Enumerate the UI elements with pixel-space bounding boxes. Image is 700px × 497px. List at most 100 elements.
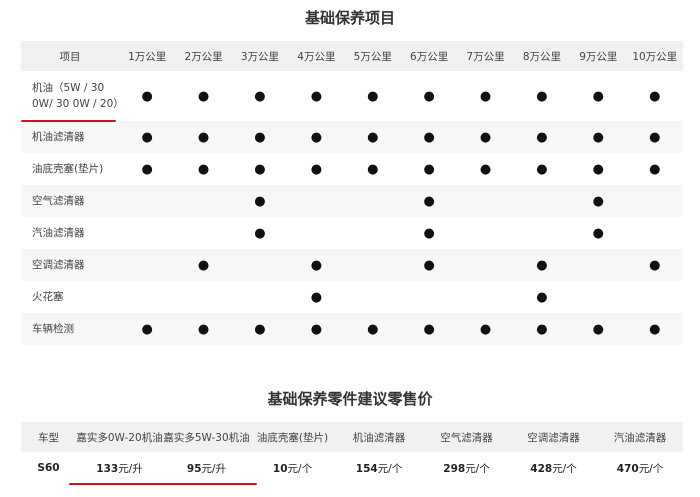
schedule-item-name: 机油滤清器 <box>21 121 119 153</box>
schedule-cell: ● <box>344 121 401 153</box>
prices-row: S60 133元/升 95元/升 10元/个 154元/个 298元/个 428… <box>21 452 683 484</box>
maintenance-dot-icon: ● <box>592 321 604 337</box>
maintenance-dot-icon: ● <box>592 129 604 145</box>
maintenance-dot-icon: ● <box>592 193 604 209</box>
schedule-cell <box>401 281 457 313</box>
schedule-cell: ● <box>457 313 514 345</box>
maintenance-dot-icon: ● <box>141 321 153 337</box>
schedule-header-col: 9万公里 <box>570 41 627 71</box>
schedule-cell: ● <box>626 249 683 281</box>
schedule-cell: ● <box>401 217 457 249</box>
schedule-cell: ● <box>288 153 344 185</box>
prices-header-cell: 嘉实多5W-30机油 <box>163 422 250 452</box>
maintenance-dot-icon: ● <box>592 225 604 241</box>
schedule-cell: ● <box>457 121 514 153</box>
maintenance-dot-icon: ● <box>310 257 323 273</box>
prices-header-cell: 空调滤清器 <box>510 422 597 452</box>
maintenance-dot-icon: ● <box>310 289 323 305</box>
schedule-header-col: 8万公里 <box>513 41 571 71</box>
maintenance-dot-icon: ● <box>592 161 604 177</box>
price-cell: 10元/个 <box>272 462 313 475</box>
oil-row-underline <box>21 120 116 122</box>
maintenance-dot-icon: ● <box>536 161 548 177</box>
price-cell: 133元/升 <box>96 462 143 475</box>
maintenance-dot-icon: ● <box>423 129 435 145</box>
maintenance-dot-icon: ● <box>254 129 266 145</box>
schedule-cell: ● <box>400 249 458 281</box>
schedule-header-col: 5万公里 <box>344 41 401 71</box>
prices-header-row: 车型 嘉实多0W-20机油 嘉实多5W-30机油 油底壳塞(垫片) 机油滤清器 … <box>21 422 683 452</box>
schedule-header-row: 项目 1万公里 2万公里 3万公里 4万公里 5万公里 6万公里 7万公里 8万… <box>21 41 683 71</box>
schedule-row: 机油滤清器 ● ● ● ● ● ● ● ● ● ● <box>21 121 683 153</box>
maintenance-dot-icon: ● <box>310 321 323 337</box>
schedule-cell: ● <box>570 71 626 121</box>
schedule-cell <box>513 185 571 217</box>
maintenance-dot-icon: ● <box>141 161 153 177</box>
schedule-cell <box>232 281 288 313</box>
schedule-item-name: 空气滤清器 <box>21 185 119 217</box>
schedule-cell: ● <box>232 217 288 249</box>
prices-header-cell: 车型 <box>21 422 76 452</box>
schedule-row: 机油（5W / 30 0W/ 30 0W / 20） ● ● ● ● ● ● ● ● ● ● <box>21 71 683 121</box>
schedule-cell: ● <box>175 249 232 281</box>
maintenance-dot-icon: ● <box>479 129 492 145</box>
schedule-cell <box>345 281 401 313</box>
maintenance-dot-icon: ● <box>479 88 492 104</box>
maintenance-dot-icon: ● <box>367 161 379 177</box>
schedule-cell: ● <box>570 313 627 345</box>
schedule-cell: ● <box>514 153 570 185</box>
maintenance-dot-icon: ● <box>367 88 379 104</box>
schedule-item-name: 车辆检测 <box>21 313 119 345</box>
schedule-cell <box>457 217 513 249</box>
schedule-cell <box>119 185 176 217</box>
schedule-cell: ● <box>626 121 683 153</box>
schedule-cell: ● <box>457 153 513 185</box>
schedule-cell: ● <box>401 71 457 121</box>
schedule-cell: ● <box>400 313 458 345</box>
schedule-cell <box>457 281 513 313</box>
maintenance-dot-icon: ● <box>310 161 323 177</box>
price-cell: 154元/个 <box>355 462 403 475</box>
schedule-cell <box>175 185 232 217</box>
schedule-cell <box>570 281 626 313</box>
schedule-item-name: 机油（5W / 30 0W/ 30 0W / 20） <box>32 82 124 110</box>
schedule-row: 空气滤清器 ● ● ● <box>21 185 683 217</box>
schedule-cell <box>231 249 289 281</box>
maintenance-dot-icon: ● <box>310 129 323 145</box>
schedule-item-name: 汽油滤清器 <box>32 227 85 239</box>
schedule-cell: ● <box>570 121 627 153</box>
schedule-cell <box>175 217 231 249</box>
price-cell: 428元/个 <box>530 462 577 475</box>
schedule-cell <box>288 217 344 249</box>
maintenance-dot-icon: ● <box>423 161 435 177</box>
schedule-cell <box>570 249 627 281</box>
maintenance-dot-icon: ● <box>536 321 548 337</box>
parts-price-table: 车型 嘉实多0W-20机油 嘉实多5W-30机油 油底壳塞(垫片) 机油滤清器 … <box>21 422 683 484</box>
price-cell: 298元/个 <box>443 462 490 475</box>
schedule-cell: ● <box>400 185 458 217</box>
schedule-row: 汽油滤清器 ● ● ● <box>21 217 683 249</box>
maintenance-dot-icon: ● <box>536 88 548 104</box>
schedule-row: 车辆检测 ● ● ● ● ● ● ● ● ● ● <box>21 313 683 345</box>
schedule-cell: ● <box>175 121 232 153</box>
schedule-cell <box>119 217 175 249</box>
schedule-cell: ● <box>513 249 571 281</box>
schedule-cell <box>457 249 514 281</box>
schedule-cell: ● <box>288 121 345 153</box>
maintenance-schedule-table: 项目 1万公里 2万公里 3万公里 4万公里 5万公里 6万公里 7万公里 8万… <box>21 41 683 345</box>
schedule-cell: ● <box>288 313 345 345</box>
schedule-header-col: 4万公里 <box>288 41 345 71</box>
schedule-row: 火花塞 ● ● <box>21 281 683 313</box>
schedule-item-name: 火花塞 <box>32 291 64 303</box>
schedule-header-col: 3万公里 <box>231 41 289 71</box>
schedule-cell: ● <box>627 71 683 121</box>
schedule-cell: ● <box>231 121 289 153</box>
schedule-header-col: 1万公里 <box>119 41 176 71</box>
maintenance-dot-icon: ● <box>367 129 379 145</box>
schedule-cell: ● <box>231 185 289 217</box>
maintenance-dot-icon: ● <box>423 88 435 104</box>
maintenance-dot-icon: ● <box>141 129 153 145</box>
maintenance-dot-icon: ● <box>197 257 210 273</box>
maintenance-dot-icon: ● <box>649 129 661 145</box>
maintenance-dot-icon: ● <box>649 257 661 273</box>
